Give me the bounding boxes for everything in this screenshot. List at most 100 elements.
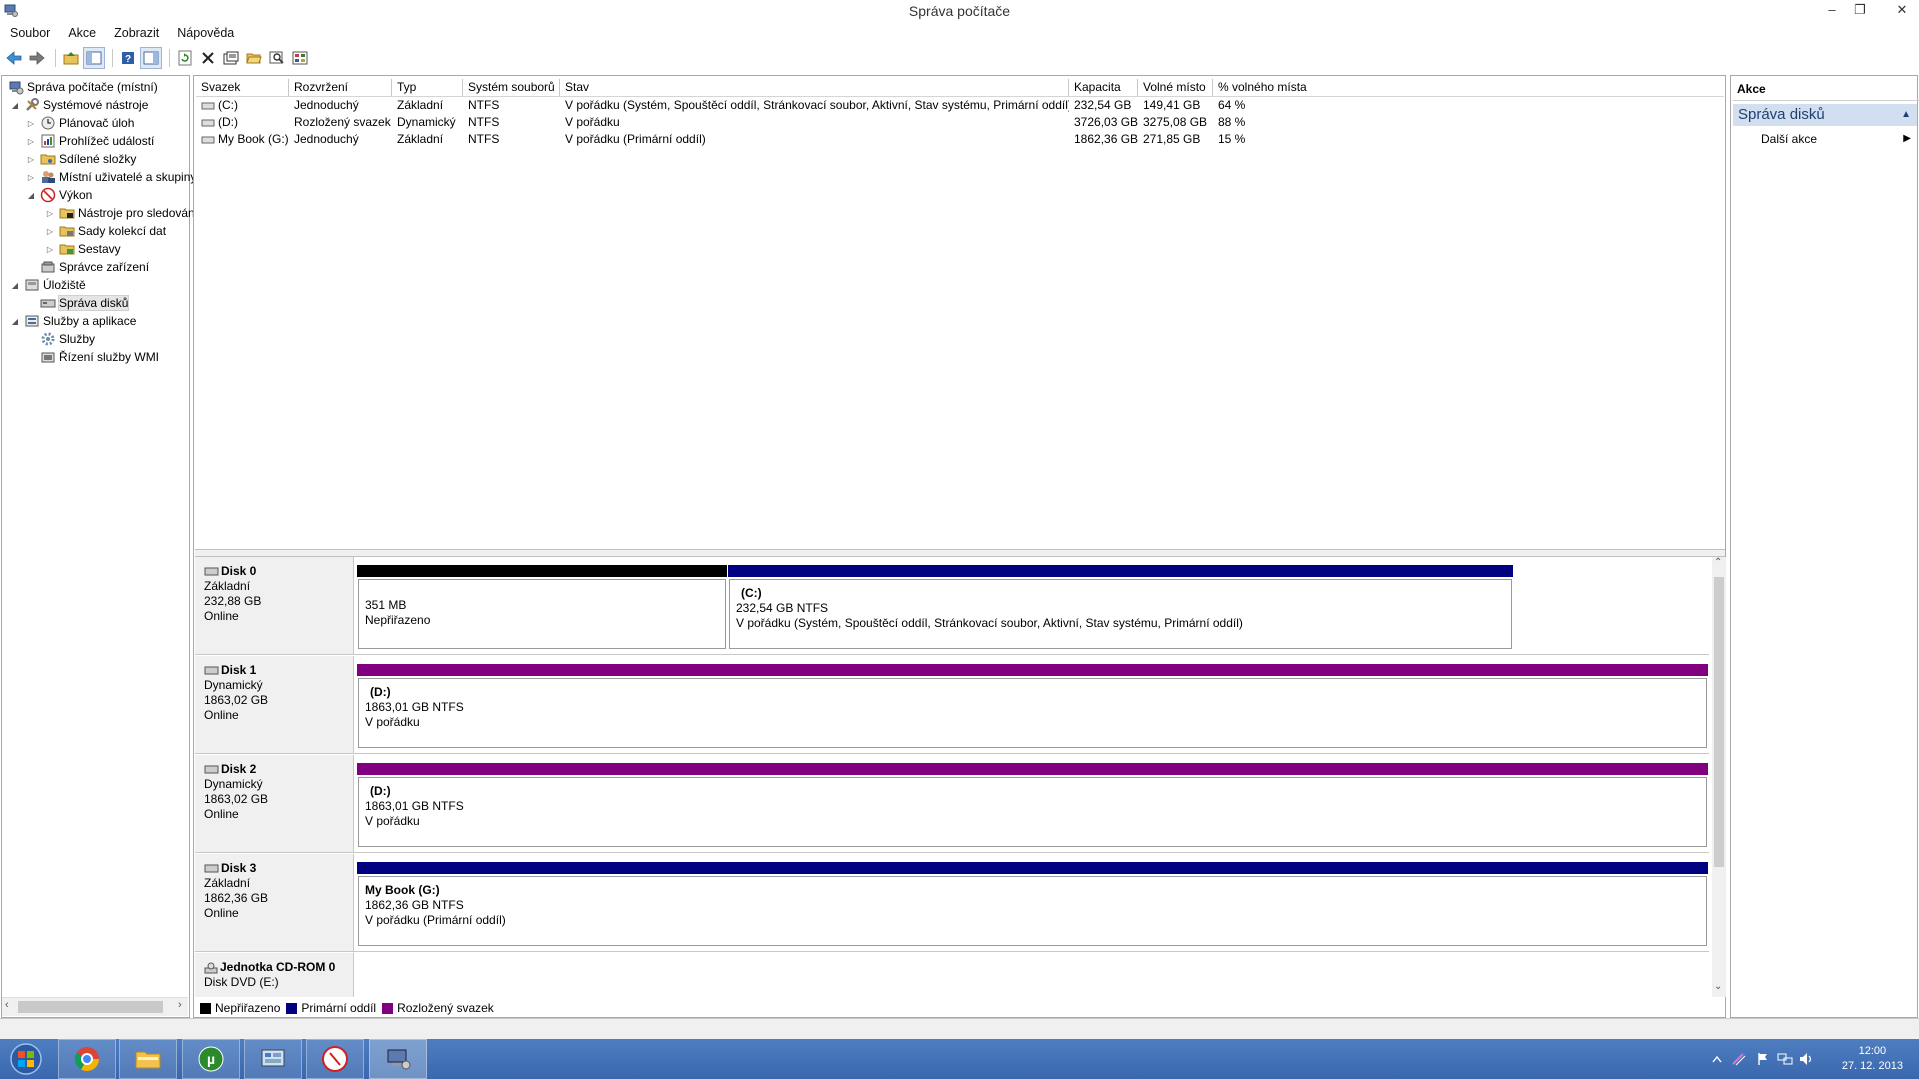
- expand-arrow-icon[interactable]: ▷: [26, 137, 36, 146]
- collapse-arrow-icon[interactable]: ◢: [10, 101, 20, 110]
- search-icon[interactable]: [267, 48, 287, 68]
- tree-item-root[interactable]: Správa počítače (místní): [6, 78, 158, 96]
- partition-d[interactable]: (D:) 1863,01 GB NTFS V pořádku: [357, 664, 1708, 748]
- expand-arrow-icon[interactable]: ▷: [45, 227, 55, 236]
- help-icon[interactable]: ?: [118, 48, 138, 68]
- partition-unallocated[interactable]: 351 MB Nepřiřazeno: [357, 565, 727, 649]
- cdrom-info[interactable]: Jednotka CD-ROM 0 Disk DVD (E:): [195, 953, 354, 997]
- expand-arrow-icon[interactable]: ▷: [26, 155, 36, 164]
- column-header-file-system[interactable]: Systém souborů: [463, 79, 560, 96]
- delete-icon[interactable]: [198, 48, 218, 68]
- table-row[interactable]: My Book (G:) Jednoduchý Základní NTFS V …: [196, 131, 1293, 148]
- tree-horizontal-scrollbar[interactable]: ‹ ›: [2, 997, 188, 1016]
- system-clock[interactable]: 12:00 27. 12. 2013: [1842, 1044, 1903, 1074]
- back-arrow-icon[interactable]: [4, 48, 24, 68]
- volume-icon[interactable]: [1798, 1051, 1816, 1067]
- expand-arrow-icon[interactable]: ▷: [26, 119, 36, 128]
- disk-map-scrollbar[interactable]: ⌃ ⌄: [1712, 557, 1726, 997]
- show-hide-tree-icon[interactable]: [83, 47, 105, 69]
- column-header-layout[interactable]: Rozvržení: [289, 79, 392, 96]
- minimize-button[interactable]: –: [1818, 0, 1846, 20]
- tree-item-event-viewer[interactable]: ▷ Prohlížeč událostí: [26, 132, 154, 150]
- tree-item-performance[interactable]: ◢ Výkon: [26, 186, 92, 204]
- layout-cell: Jednoduchý: [294, 98, 359, 112]
- collapse-arrow-icon[interactable]: ◢: [26, 191, 36, 200]
- properties-icon[interactable]: [221, 48, 241, 68]
- column-header-volume[interactable]: Svazek: [196, 79, 289, 96]
- tree-item-disk-management[interactable]: Správa disků: [26, 294, 130, 312]
- scrollbar-thumb[interactable]: [1714, 577, 1724, 867]
- column-header-type[interactable]: Typ: [392, 79, 463, 96]
- scroll-up-icon[interactable]: ⌃: [1714, 557, 1722, 568]
- actions-group-disk-management[interactable]: Správa disků ▲: [1733, 104, 1917, 126]
- tree-item-data-collector-sets[interactable]: ▷ Sady kolekcí dat: [45, 222, 166, 240]
- partition-bar: [728, 565, 1513, 577]
- open-folder-icon[interactable]: [244, 48, 264, 68]
- partition-d-selected[interactable]: (D:) 1863,01 GB NTFS V pořádku: [357, 763, 1708, 847]
- console-tree-icon[interactable]: [140, 47, 162, 69]
- tree-item-local-users[interactable]: ▷ Místní uživatelé a skupiny: [26, 168, 196, 186]
- up-folder-icon[interactable]: [61, 48, 81, 68]
- tree-item-services[interactable]: Služby: [26, 330, 95, 348]
- scroll-right-icon[interactable]: ›: [178, 999, 182, 1011]
- taskbar-app-control-panel[interactable]: [244, 1039, 302, 1079]
- expand-arrow-icon[interactable]: ▷: [26, 173, 36, 182]
- network-icon[interactable]: [1776, 1051, 1794, 1067]
- tree-item-system-tools[interactable]: ◢ Systémové nástroje: [10, 96, 148, 114]
- tree-item-shared-folders[interactable]: ▷ Sdílené složky: [26, 150, 136, 168]
- column-header-free-space[interactable]: Volné místo: [1138, 79, 1213, 96]
- taskbar-app-computer-management[interactable]: [369, 1039, 427, 1079]
- more-actions[interactable]: Další akce ▶: [1761, 130, 1915, 148]
- partition-g[interactable]: My Book (G:) 1862,36 GB NTFS V pořádku (…: [357, 862, 1708, 946]
- menu-zobrazit[interactable]: Zobrazit: [104, 24, 167, 44]
- tree-item-monitoring-tools[interactable]: ▷ Nástroje pro sledování: [45, 204, 198, 222]
- monitor-folder-icon: [59, 208, 75, 219]
- action-center-flag-icon[interactable]: [1754, 1051, 1772, 1067]
- scrollbar-thumb[interactable]: [18, 1001, 163, 1013]
- close-button[interactable]: ✕: [1888, 0, 1916, 20]
- pane-splitter[interactable]: [195, 549, 1725, 557]
- volume-cell: (C:): [196, 97, 289, 114]
- taskbar-app-speed-dial[interactable]: [306, 1039, 364, 1079]
- tree-item-storage[interactable]: ◢ Úložiště: [10, 276, 86, 294]
- tree-item-reports[interactable]: ▷ Sestavy: [45, 240, 121, 258]
- taskbar-app-utorrent[interactable]: µ: [182, 1039, 240, 1079]
- disk-info[interactable]: Disk 2 Dynamický 1863,02 GB Online: [195, 755, 354, 852]
- menu-soubor[interactable]: Soubor: [0, 24, 58, 44]
- start-button[interactable]: [4, 1041, 48, 1077]
- collapse-arrow-icon[interactable]: ◢: [10, 281, 20, 290]
- scroll-left-icon[interactable]: ‹: [5, 999, 9, 1011]
- tree-item-wmi-control[interactable]: Řízení služby WMI: [26, 348, 159, 366]
- collapse-up-icon[interactable]: ▲: [1901, 104, 1911, 126]
- disk-info[interactable]: Disk 3 Základní 1862,36 GB Online: [195, 854, 354, 951]
- column-header-free-percent[interactable]: % volného místa: [1213, 79, 1724, 96]
- expand-arrow-icon[interactable]: ▷: [45, 209, 55, 218]
- menu-napoveda[interactable]: Nápověda: [167, 24, 242, 44]
- refresh-icon[interactable]: [175, 48, 195, 68]
- partition-c[interactable]: (C:) 232,54 GB NTFS V pořádku (Systém, S…: [728, 565, 1513, 649]
- tree-item-services-apps[interactable]: ◢ Služby a aplikace: [10, 312, 136, 330]
- column-header-status[interactable]: Stav: [560, 79, 1069, 96]
- disk-info[interactable]: Disk 0 Základní 232,88 GB Online: [195, 557, 354, 654]
- table-row[interactable]: (C:) Jednoduchý Základní NTFS V pořádku …: [196, 97, 1293, 114]
- toolbar-separator: [169, 49, 170, 67]
- pen-icon[interactable]: [1730, 1051, 1748, 1067]
- restore-button[interactable]: ❐: [1846, 0, 1874, 20]
- settings-icon[interactable]: [290, 48, 310, 68]
- tree-item-device-manager[interactable]: Správce zařízení: [26, 258, 149, 276]
- chrome-icon: [74, 1047, 99, 1072]
- taskbar-app-explorer[interactable]: [119, 1039, 177, 1079]
- forward-arrow-icon[interactable]: [27, 48, 47, 68]
- table-row[interactable]: (D:) Rozložený svazek Dynamický NTFS V p…: [196, 114, 1293, 131]
- tree-item-task-scheduler[interactable]: ▷ Plánovač úloh: [26, 114, 134, 132]
- taskbar-app-chrome[interactable]: [58, 1039, 116, 1079]
- collapse-arrow-icon[interactable]: ◢: [10, 317, 20, 326]
- disk-info[interactable]: Disk 1 Dynamický 1863,02 GB Online: [195, 656, 354, 753]
- scroll-down-icon[interactable]: ⌄: [1714, 981, 1722, 992]
- menu-akce[interactable]: Akce: [58, 24, 104, 44]
- partition-name: (C:): [741, 586, 762, 600]
- show-hidden-icons-icon[interactable]: [1708, 1051, 1726, 1067]
- layout-cell: Jednoduchý: [294, 132, 359, 146]
- column-header-capacity[interactable]: Kapacita: [1069, 79, 1138, 96]
- expand-arrow-icon[interactable]: ▷: [45, 245, 55, 254]
